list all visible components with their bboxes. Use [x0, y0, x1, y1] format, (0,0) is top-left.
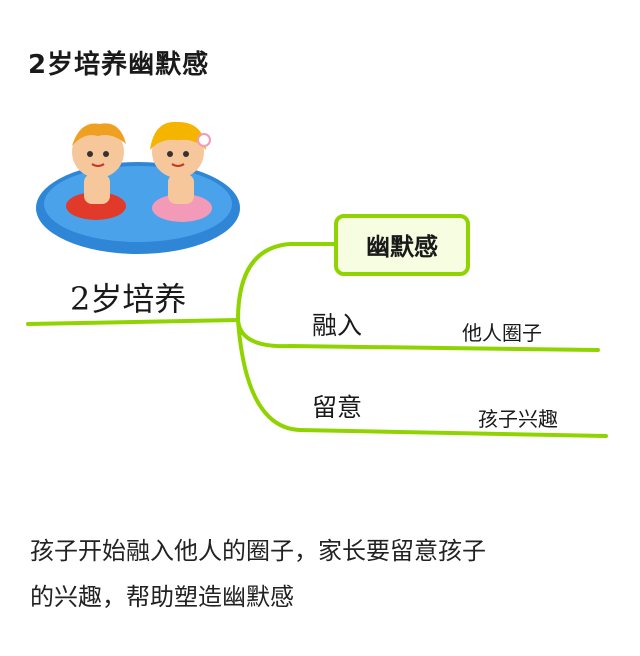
- branch-detail-1: 他人圈子: [462, 321, 542, 345]
- root-node-label: 2岁培养: [70, 280, 186, 318]
- branch-to-highlight-line: [236, 242, 340, 322]
- highlight-node-label: 幽默感: [366, 232, 438, 261]
- branch-detail-2: 孩子兴趣: [478, 407, 558, 431]
- caption-line-1: 孩子开始融入他人的圈子，家长要留意孩子: [30, 537, 486, 565]
- branch-line-1: [236, 318, 600, 352]
- page-title: 2岁培养幽默感: [28, 50, 210, 80]
- mind-map-diagram: 幽默感 2岁培养 融入 他人圈子 留意 孩子兴趣: [0, 110, 640, 455]
- caption-line-2: 的兴趣，帮助塑造幽默感: [30, 583, 294, 611]
- branch-label-1: 融入: [312, 311, 362, 340]
- kids-swimming-illustration: [36, 121, 240, 254]
- branch-label-2: 留意: [312, 393, 362, 422]
- root-trunk-line: [26, 318, 240, 326]
- caption-text: 孩子开始融入他人的圈子，家长要留意孩子 的兴趣，帮助塑造幽默感: [30, 528, 620, 620]
